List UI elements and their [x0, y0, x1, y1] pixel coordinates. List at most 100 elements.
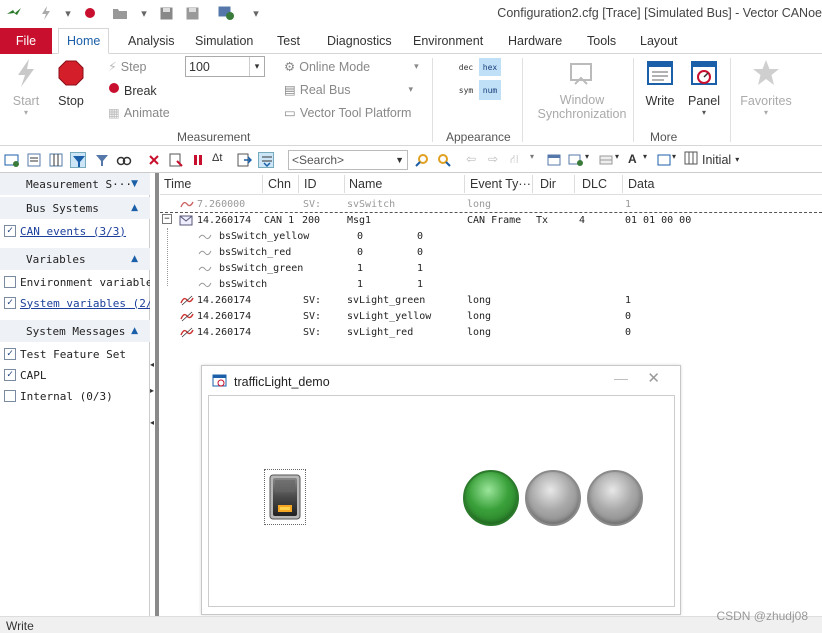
- tab-tools[interactable]: Tools: [587, 28, 616, 54]
- dec-toggle[interactable]: dec: [455, 58, 477, 76]
- column-divider[interactable]: [344, 175, 345, 193]
- write-button[interactable]: Write: [638, 58, 682, 108]
- columns-icon[interactable]: [48, 152, 64, 168]
- table-row[interactable]: 14.260174 SV: svLight_red long 0: [160, 325, 822, 341]
- column-divider[interactable]: [532, 175, 533, 193]
- column-chn[interactable]: Chn: [268, 177, 291, 191]
- clear-icon[interactable]: [168, 152, 184, 168]
- scroll-lock-icon[interactable]: [258, 152, 274, 168]
- capl-checkbox[interactable]: ✓: [4, 369, 16, 381]
- stop-quick-icon[interactable]: [82, 5, 98, 21]
- trace-config-icon[interactable]: [4, 152, 20, 168]
- chevron-down-icon[interactable]: ▾: [530, 152, 546, 168]
- view-icon[interactable]: [656, 152, 672, 168]
- can-events-item[interactable]: ✓ CAN events (3/3): [4, 222, 126, 240]
- customize-quick-access-icon[interactable]: ▾: [248, 5, 264, 21]
- back-arrow-icon[interactable]: ⇦: [466, 152, 482, 168]
- signal-row[interactable]: bsSwitch_green 1 1: [160, 261, 822, 277]
- chevron-down-icon[interactable]: ▼: [395, 155, 404, 165]
- collapse-arrow-icon[interactable]: ◂: [150, 418, 156, 427]
- signal-row[interactable]: bsSwitch_yellow 0 0: [160, 229, 822, 245]
- minimize-icon[interactable]: —: [614, 370, 628, 386]
- animate-button[interactable]: ▦ Animate: [108, 105, 170, 121]
- initial-button[interactable]: Initial ▾: [684, 151, 739, 168]
- time-mode-icon[interactable]: Δt: [212, 152, 228, 168]
- forward-arrow-icon[interactable]: ⇨: [488, 152, 504, 168]
- sys-vars-item[interactable]: ✓ System variables (2/3): [4, 294, 166, 312]
- column-id[interactable]: ID: [304, 177, 317, 191]
- favorites-button[interactable]: Favorites ▾: [738, 58, 794, 117]
- pause-icon[interactable]: [190, 152, 206, 168]
- column-event-type[interactable]: Event Ty···: [470, 177, 531, 191]
- column-divider[interactable]: [262, 175, 263, 193]
- filter-icon[interactable]: [70, 152, 86, 168]
- chevron-down-icon[interactable]: ▾: [249, 57, 264, 76]
- chevron-down-icon[interactable]: ▼: [131, 179, 138, 189]
- column-time[interactable]: Time: [164, 177, 191, 191]
- chevron-down-icon[interactable]: ▾: [409, 84, 414, 95]
- sys-vars-link[interactable]: System variables (2/3): [20, 297, 166, 310]
- test-feature-set-checkbox[interactable]: ✓: [4, 348, 16, 360]
- signal-row[interactable]: bsSwitch 1 1: [160, 277, 822, 293]
- internal-item[interactable]: Internal (0/3): [4, 387, 113, 405]
- start-button[interactable]: Start ▾: [4, 58, 48, 117]
- column-name[interactable]: Name: [349, 177, 382, 191]
- signal-row[interactable]: bsSwitch_red 0 0: [160, 245, 822, 261]
- marker-icon[interactable]: ⛙: [510, 152, 526, 168]
- window-synchronization-button[interactable]: Window Synchronization: [536, 58, 628, 121]
- env-vars-item[interactable]: Environment variables: [4, 273, 159, 291]
- chevron-up-icon[interactable]: ▲: [131, 203, 138, 213]
- measurement-setup-header[interactable]: Measurement S··· ▼: [0, 173, 150, 195]
- tab-analysis[interactable]: Analysis: [128, 28, 175, 54]
- search-input[interactable]: <Search> ▼: [288, 150, 408, 170]
- vector-tool-platform-button[interactable]: ▭ Vector Tool Platform: [284, 105, 411, 121]
- save-as-icon[interactable]: [184, 5, 200, 21]
- delete-icon[interactable]: [146, 152, 162, 168]
- column-dlc[interactable]: DLC: [582, 177, 607, 191]
- grid-icon[interactable]: [598, 152, 614, 168]
- find-icon[interactable]: [116, 152, 132, 168]
- tab-environment[interactable]: Environment: [413, 28, 483, 54]
- can-events-link[interactable]: CAN events (3/3): [20, 225, 126, 238]
- animation-speed-select[interactable]: 100 ▾: [185, 56, 265, 77]
- real-bus-button[interactable]: ▤ Real Bus ▾: [284, 82, 414, 98]
- tab-file[interactable]: File: [0, 28, 52, 54]
- column-dir[interactable]: Dir: [540, 177, 556, 191]
- chevron-up-icon[interactable]: ▲: [131, 326, 138, 336]
- filter-config-icon[interactable]: [94, 152, 110, 168]
- variables-header[interactable]: Variables ▲: [0, 248, 150, 270]
- find-next-icon[interactable]: [436, 152, 452, 168]
- start-quick-icon[interactable]: [38, 5, 54, 21]
- sys-vars-checkbox[interactable]: ✓: [4, 297, 16, 309]
- tab-home[interactable]: Home: [58, 28, 110, 54]
- bus-systems-header[interactable]: Bus Systems ▲: [0, 197, 150, 219]
- dialog-title-bar[interactable]: trafficLight_demo: [212, 373, 330, 391]
- chevron-down-icon[interactable]: ▾: [414, 61, 419, 72]
- chevron-down-icon[interactable]: ▾: [60, 5, 76, 21]
- column-data[interactable]: Data: [628, 177, 654, 191]
- stop-button[interactable]: Stop: [49, 58, 93, 108]
- export-icon[interactable]: [236, 152, 253, 168]
- open-folder-icon[interactable]: [112, 5, 128, 21]
- config-icon[interactable]: [218, 5, 234, 21]
- close-icon[interactable]: ✕: [647, 369, 660, 387]
- chevron-down-icon[interactable]: ▾: [136, 5, 152, 21]
- collapse-icon[interactable]: −: [162, 214, 172, 224]
- collapse-arrow-icon[interactable]: ◂: [150, 360, 156, 369]
- find-previous-icon[interactable]: [414, 152, 430, 168]
- table-row[interactable]: 14.260174 SV: svLight_green long 1: [160, 293, 822, 309]
- window-config-icon[interactable]: [568, 152, 584, 168]
- traffic-light-panel-window[interactable]: trafficLight_demo — ✕: [201, 365, 681, 615]
- tab-simulation[interactable]: Simulation: [195, 28, 253, 54]
- table-row[interactable]: 7.260000 SV: svSwitch long 1: [160, 197, 822, 213]
- expand-arrow-icon[interactable]: ▸: [150, 386, 156, 395]
- detail-view-icon[interactable]: [26, 152, 42, 168]
- break-button[interactable]: Break: [108, 82, 157, 99]
- capl-item[interactable]: ✓ CAPL: [4, 366, 47, 384]
- env-vars-checkbox[interactable]: [4, 276, 16, 288]
- step-button[interactable]: ⚡ Step: [108, 59, 147, 75]
- panel-button[interactable]: Panel ▾: [682, 58, 726, 117]
- system-messages-header[interactable]: System Messages ▲: [0, 320, 150, 342]
- font-icon[interactable]: A: [628, 152, 644, 168]
- chevron-down-icon[interactable]: ▾: [735, 155, 739, 164]
